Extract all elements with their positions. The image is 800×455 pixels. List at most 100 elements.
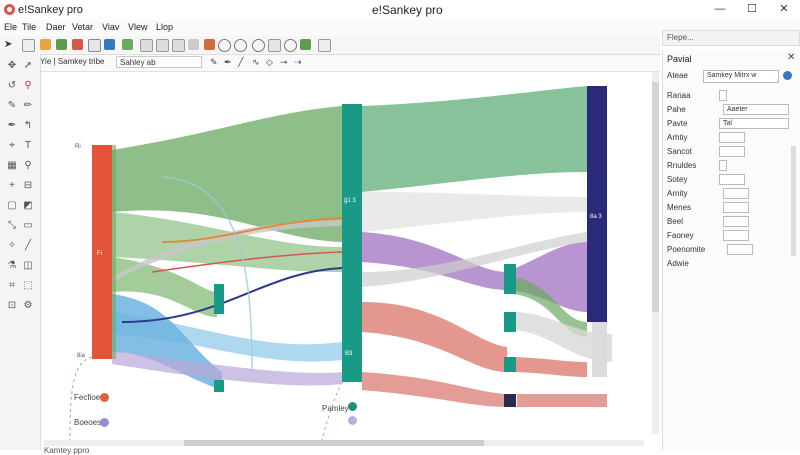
zoom-tool-icon[interactable]: ⚲ [22, 160, 34, 172]
line-tool-icon[interactable]: ╱ [22, 240, 34, 252]
node-source-red[interactable] [92, 145, 112, 359]
save-icon[interactable] [88, 39, 101, 52]
flow-red-right[interactable] [507, 357, 587, 377]
property-input[interactable] [727, 244, 753, 255]
curve-icon[interactable]: ∿ [252, 57, 263, 68]
pointer-icon[interactable]: ➤ [4, 39, 15, 50]
property-checkbox[interactable] [719, 160, 727, 171]
horizontal-scroll-thumb[interactable] [184, 440, 484, 446]
menu-file[interactable]: Ele [4, 22, 17, 32]
menu-daer[interactable]: Daer [46, 22, 66, 32]
minimize-button[interactable]: — [708, 1, 732, 17]
brush-tool-icon[interactable]: ✎ [6, 100, 18, 112]
pen-tool-icon[interactable]: ✒ [6, 120, 18, 132]
link-icon[interactable]: ⊸ [280, 57, 291, 68]
horizontal-scrollbar[interactable] [44, 440, 644, 446]
diagram-name-field[interactable]: Sahley ab [116, 56, 202, 68]
vertical-scroll-thumb[interactable] [652, 82, 659, 312]
settings-tool-icon[interactable]: ⚙ [22, 300, 34, 312]
magic-tool-icon[interactable]: ✧ [6, 240, 18, 252]
property-input[interactable] [723, 188, 749, 199]
flow-red-bottom-right[interactable] [517, 394, 607, 407]
diamond-icon[interactable] [104, 39, 115, 50]
node-small-teal-2[interactable] [214, 380, 224, 392]
node-right-teal-1[interactable] [504, 264, 516, 294]
resize-tool-icon[interactable]: ⤡ [6, 220, 18, 232]
text-tool-icon[interactable]: T [22, 140, 34, 152]
property-input[interactable] [719, 132, 745, 143]
node-sink-grey[interactable] [592, 322, 607, 377]
hook-tool-icon[interactable]: ↰ [22, 120, 34, 132]
node-right-teal-3[interactable] [504, 357, 516, 372]
paint-icon[interactable] [204, 39, 215, 50]
node-tool-icon[interactable]: ⌖ [6, 140, 18, 152]
shape-tool-icon[interactable]: ◫ [22, 260, 34, 272]
brush-icon[interactable]: ✎ [210, 57, 221, 68]
panel-top-bar[interactable]: Flepe... [662, 30, 800, 46]
node-green-column[interactable] [112, 145, 116, 359]
pencil-icon[interactable] [40, 39, 51, 50]
arrow-tool-icon[interactable]: ➚ [22, 60, 34, 72]
new-file-icon[interactable] [22, 39, 35, 52]
property-input[interactable] [723, 230, 749, 241]
panel-close-icon[interactable]: ✕ [787, 52, 795, 63]
property-input[interactable] [723, 216, 749, 227]
layout-icon[interactable] [268, 39, 281, 52]
zoom-fit-icon[interactable] [252, 39, 265, 52]
format-icon[interactable] [188, 39, 199, 50]
plus-tool-icon[interactable]: + [6, 180, 18, 192]
menu-vetar[interactable]: Vetar [72, 22, 93, 32]
flow-icon[interactable]: ⇢ [294, 57, 305, 68]
property-input[interactable] [723, 202, 749, 213]
eyedropper-tool-icon[interactable]: ⚗ [6, 260, 18, 272]
magnify-tool-icon[interactable]: ⚲ [22, 80, 34, 92]
grid-tool-icon[interactable]: ▦ [6, 160, 18, 172]
menu-tile[interactable]: Tile [22, 22, 36, 32]
align-icon[interactable] [156, 39, 169, 52]
flow-teal-red[interactable] [362, 302, 507, 372]
flow-red-bottom[interactable] [362, 372, 507, 407]
search-icon[interactable] [284, 39, 297, 52]
select-tool-icon[interactable]: ⬚ [22, 280, 34, 292]
property-name-input[interactable]: Samkey Mitrx w [703, 70, 779, 83]
node-small-teal-1[interactable] [214, 284, 224, 314]
frame-tool-icon[interactable]: ▭ [22, 220, 34, 232]
lasso-tool-icon[interactable]: ↺ [6, 80, 18, 92]
sankey-diagram[interactable]: Ri Fi 8ia ĝ1 3 B3 8a 3 [42, 72, 652, 441]
pen-icon[interactable]: ✒ [224, 57, 235, 68]
vertical-scrollbar[interactable] [652, 72, 659, 434]
fill-tool-icon[interactable]: ◩ [22, 200, 34, 212]
zoom-out-icon[interactable] [234, 39, 247, 52]
node-middle-teal[interactable] [342, 104, 362, 382]
node-right-teal-2[interactable] [504, 312, 516, 332]
property-checkbox[interactable] [719, 90, 727, 101]
panel-scrollbar[interactable] [791, 146, 796, 256]
crop-tool-icon[interactable]: ⌗ [6, 280, 18, 292]
info-icon[interactable] [783, 71, 792, 80]
property-input[interactable] [719, 146, 745, 157]
close-button[interactable]: ✕ [772, 1, 796, 17]
split-tool-icon[interactable]: ⊟ [22, 180, 34, 192]
grid-icon[interactable] [172, 39, 185, 52]
flow-teal-green-top[interactable] [362, 86, 587, 192]
menu-vlew[interactable]: Vlew [128, 22, 148, 32]
open-icon[interactable] [56, 39, 67, 50]
document-tab[interactable]: Yie | Samkey tribe [40, 57, 104, 66]
export-icon[interactable] [300, 39, 311, 50]
menu-viav[interactable]: Viav [102, 22, 119, 32]
maximize-button[interactable]: ☐ [740, 1, 764, 17]
node-sink-navy[interactable] [587, 86, 607, 322]
diagram-canvas[interactable]: Ri Fi 8ia ĝ1 3 B3 8a 3 Fecfioe Boeoes Pa… [42, 72, 652, 441]
list-icon[interactable] [140, 39, 153, 52]
property-select[interactable]: Aaeter [723, 104, 789, 115]
menu-llop[interactable]: Llop [156, 22, 173, 32]
move-tool-icon[interactable]: ✥ [6, 60, 18, 72]
node-right-teal-4[interactable] [504, 394, 516, 407]
line-icon[interactable]: ╱ [238, 57, 249, 68]
property-select[interactable]: Tal [719, 118, 789, 129]
flow-teal-white[interactable] [362, 192, 587, 232]
node-icon[interactable]: ◇ [266, 57, 277, 68]
property-input[interactable] [719, 174, 745, 185]
rect-tool-icon[interactable]: ▢ [6, 200, 18, 212]
delete-icon[interactable] [72, 39, 83, 50]
